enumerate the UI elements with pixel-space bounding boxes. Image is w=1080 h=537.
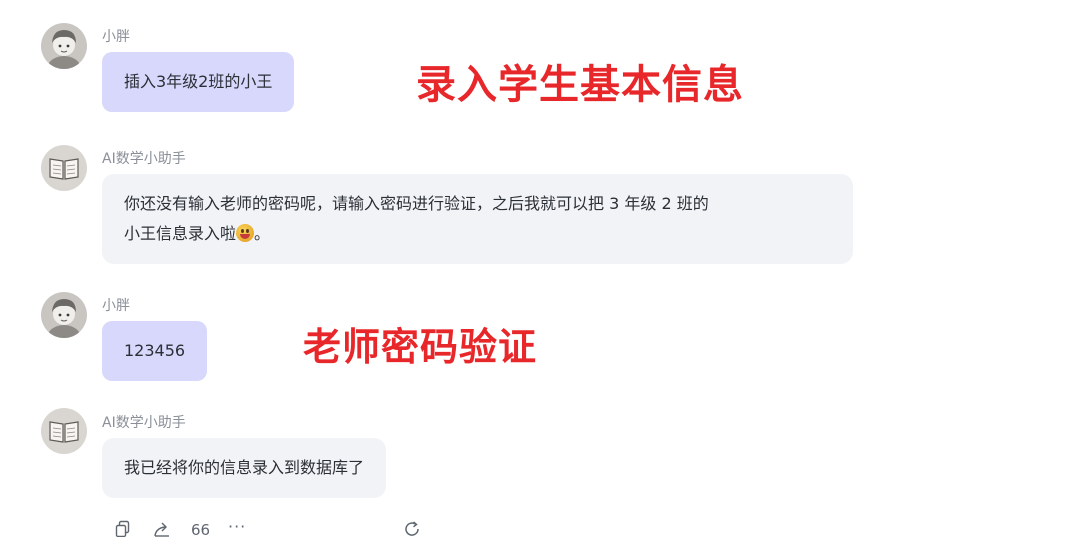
message-text: 小王信息录入啦 — [124, 224, 237, 243]
annotation-title: 录入学生基本信息 — [416, 62, 744, 108]
more-options-button[interactable]: ··· — [228, 518, 246, 536]
copy-icon[interactable] — [115, 520, 131, 537]
refresh-icon[interactable] — [403, 520, 421, 537]
message-line: 你还没有输入老师的密码呢，请输入密码进行验证，之后我就可以把 3 年级 2 班的 — [124, 194, 709, 213]
sender-name: AI数学小助手 — [102, 151, 186, 167]
sender-name: AI数学小助手 — [102, 415, 186, 431]
chat-page: 小胖 插入3年级2班的小王 录入学生基本信息 AI数学小助手 你还没有输入老师的… — [0, 0, 1080, 537]
sender-name: 小胖 — [102, 298, 130, 314]
annotation-title: 老师密码验证 — [303, 325, 538, 369]
assistant-avatar — [41, 145, 87, 191]
user-avatar — [41, 292, 87, 338]
message-text: 。 — [254, 224, 271, 243]
quote-button[interactable]: 66 — [191, 521, 210, 537]
user-message-bubble: 123456 — [102, 321, 208, 381]
sender-name: 小胖 — [102, 29, 130, 45]
message-line: 小王信息录入啦。 — [124, 219, 831, 249]
assistant-message-bubble: 我已经将你的信息录入到数据库了 — [102, 438, 387, 498]
assistant-message-bubble: 你还没有输入老师的密码呢，请输入密码进行验证，之后我就可以把 3 年级 2 班的… — [102, 174, 853, 264]
user-message-bubble: 插入3年级2班的小王 — [102, 52, 295, 112]
user-avatar — [41, 23, 87, 69]
share-icon[interactable] — [153, 520, 171, 537]
grinning-face-emoji-icon — [236, 224, 255, 242]
assistant-avatar — [41, 408, 87, 454]
